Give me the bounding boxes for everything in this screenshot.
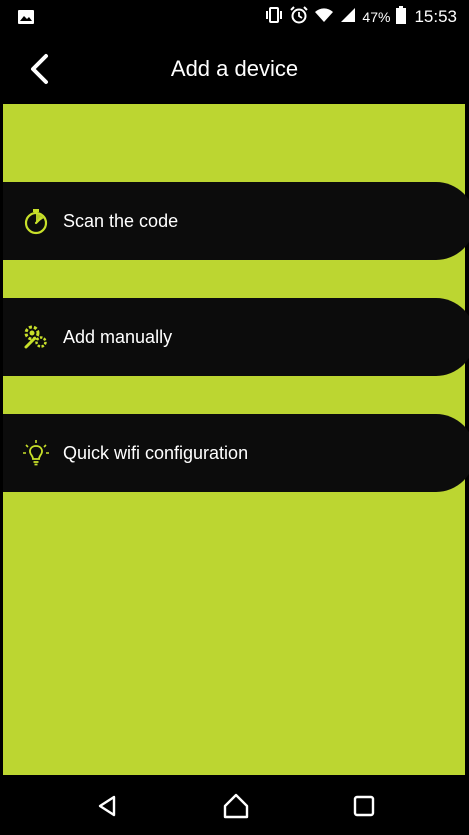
main-content: Scan the code Add manually Quick wifi co… [0, 104, 469, 775]
signal-icon [340, 7, 356, 28]
quick-wifi-config-label: Quick wifi configuration [63, 442, 249, 463]
quick-wifi-config-button[interactable]: Quick wifi configuration [3, 414, 469, 492]
add-manually-button[interactable]: Add manually [3, 298, 469, 376]
navigation-bar [0, 775, 469, 835]
page-title: Add a device [170, 56, 299, 81]
battery-icon [396, 5, 407, 29]
gears-wrench-icon [21, 322, 51, 352]
stopwatch-icon [21, 206, 51, 236]
scan-code-label: Scan the code [63, 210, 179, 231]
clock: 15:53 [414, 7, 457, 26]
status-icons: 47% 15:53 [264, 5, 457, 29]
recents-square-icon[interactable] [349, 791, 379, 821]
image-icon [18, 10, 34, 24]
home-icon[interactable] [221, 791, 251, 821]
lightbulb-icon [21, 438, 51, 468]
vibrate-icon [264, 6, 284, 28]
status-bar: 47% 15:53 [0, 0, 469, 34]
alarm-icon [290, 5, 309, 29]
battery-percent: 47% [362, 9, 391, 25]
scan-code-button[interactable]: Scan the code [3, 182, 469, 260]
app-bar: Add a device [0, 34, 469, 104]
back-triangle-icon[interactable] [92, 791, 122, 821]
add-manually-label: Add manually [63, 326, 173, 347]
wifi-icon [314, 7, 334, 28]
